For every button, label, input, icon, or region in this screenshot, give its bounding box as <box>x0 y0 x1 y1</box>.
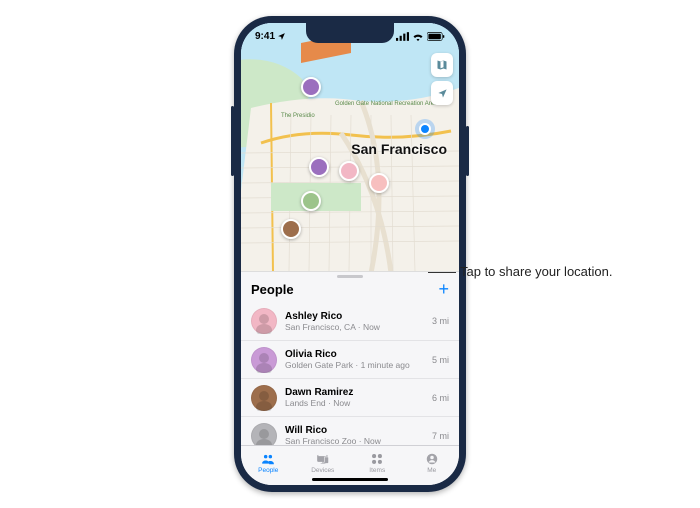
person-row[interactable]: Dawn RamirezLands End · Now 6 mi <box>241 378 459 416</box>
cellular-icon <box>396 32 409 41</box>
map-pin-person[interactable] <box>369 173 389 193</box>
map-locate-button[interactable] <box>431 81 453 105</box>
sheet-title: People <box>251 279 294 297</box>
person-row[interactable]: Olivia RicoGolden Gate Park · 1 minute a… <box>241 340 459 378</box>
map-pin-person[interactable] <box>301 191 321 211</box>
person-distance: 5 mi <box>432 355 449 365</box>
tab-people[interactable]: People <box>241 446 296 479</box>
avatar <box>251 423 277 446</box>
location-services-icon <box>277 32 286 41</box>
map-mode-button[interactable] <box>431 53 453 77</box>
me-icon <box>424 452 440 466</box>
map-park-label: Golden Gate National Recreation Area <box>335 101 437 107</box>
tab-devices[interactable]: Devices <box>296 446 351 479</box>
tab-me[interactable]: Me <box>405 446 460 479</box>
tab-label: Items <box>369 467 385 474</box>
home-indicator[interactable] <box>312 478 388 481</box>
people-list: Ashley RicoSan Francisco, CA · Now 3 mi Ol… <box>241 302 459 445</box>
tab-label: Me <box>427 467 436 474</box>
share-location-button[interactable]: + <box>438 278 449 298</box>
map-pin-person[interactable] <box>281 219 301 239</box>
person-location: San Francisco, CA · Now <box>285 322 424 332</box>
person-location: San Francisco Zoo · Now <box>285 436 424 445</box>
avatar <box>251 308 277 334</box>
battery-icon <box>427 32 445 41</box>
sheet-grabber[interactable] <box>337 275 363 278</box>
person-location: Lands End · Now <box>285 398 424 408</box>
person-name: Olivia Rico <box>285 349 424 360</box>
person-distance: 3 mi <box>432 316 449 326</box>
items-icon <box>369 452 385 466</box>
callout-leader-line <box>428 272 456 273</box>
person-name: Ashley Rico <box>285 311 424 322</box>
tab-label: People <box>258 467 278 474</box>
tab-items[interactable]: Items <box>350 446 405 479</box>
iphone-frame: 9:41 <box>234 16 466 492</box>
person-distance: 7 mi <box>432 431 449 441</box>
status-time: 9:41 <box>255 31 275 42</box>
avatar <box>251 385 277 411</box>
people-icon <box>260 452 276 466</box>
person-row[interactable]: Will RicoSan Francisco Zoo · Now 7 mi <box>241 416 459 445</box>
notch <box>306 23 394 43</box>
callout-text: Tap to share your location. <box>460 264 612 279</box>
devices-icon <box>315 452 331 466</box>
map-pin-user[interactable] <box>419 123 431 135</box>
map-city-label: San Francisco <box>351 141 447 157</box>
person-name: Will Rico <box>285 425 424 436</box>
tab-label: Devices <box>311 467 334 474</box>
map-view[interactable]: Golden Gate National Recreation Area The… <box>241 23 459 271</box>
map-pin-person[interactable] <box>339 161 359 181</box>
person-distance: 6 mi <box>432 393 449 403</box>
avatar <box>251 347 277 373</box>
person-name: Dawn Ramirez <box>285 387 424 398</box>
map-presidio-label: The Presidio <box>281 113 315 119</box>
map-pin-person[interactable] <box>309 157 329 177</box>
people-sheet[interactable]: People + Ashley RicoSan Francisco, CA · … <box>241 271 459 445</box>
wifi-icon <box>412 32 424 41</box>
map-pin-person[interactable] <box>301 77 321 97</box>
person-row[interactable]: Ashley RicoSan Francisco, CA · Now 3 mi <box>241 302 459 340</box>
person-location: Golden Gate Park · 1 minute ago <box>285 360 424 370</box>
